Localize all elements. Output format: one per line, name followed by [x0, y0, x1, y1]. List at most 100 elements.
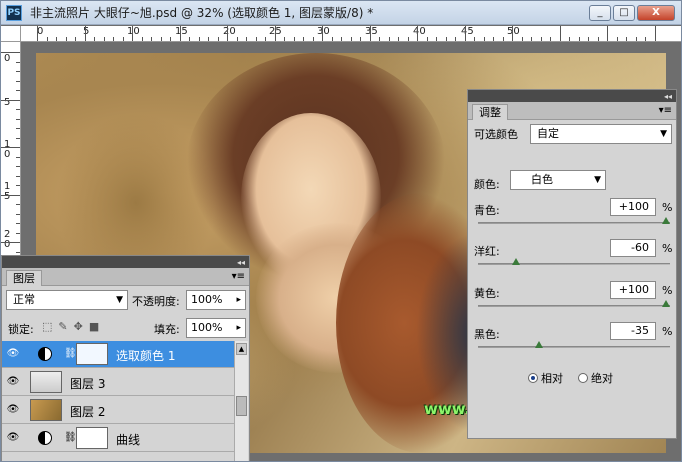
window-title: 非主流照片 大眼仔~旭.psd @ 32% (选取颜色 1, 图层蒙版/8) *: [30, 6, 374, 20]
link-icon: ⛓: [64, 432, 77, 443]
panel-menu-icon[interactable]: ▾≡: [232, 271, 245, 282]
ruler-tick: [388, 37, 390, 41]
magenta-slider-thumb[interactable]: [511, 258, 520, 265]
layer-row[interactable]: 👁 ⛓ 选取颜色 1: [2, 341, 235, 368]
cyan-slider[interactable]: [478, 217, 670, 224]
scroll-up-icon[interactable]: ▲: [236, 343, 247, 355]
ruler-tick: [16, 71, 20, 72]
ruler-tick: [16, 251, 20, 253]
black-slider-thumb[interactable]: [535, 341, 544, 348]
colors-value: 白色: [531, 173, 553, 186]
ruler-tick: [1, 52, 20, 53]
ruler-tick: [217, 37, 219, 41]
horizontal-ruler[interactable]: 0 5 10 15 20 25 30 35 40 45 50: [21, 26, 681, 42]
ruler-tick: [132, 26, 133, 41]
ruler-tick: [16, 80, 20, 82]
fill-input[interactable]: 100% ▸: [186, 318, 246, 338]
layer-row[interactable]: 👁 ⛓ 曲线: [2, 425, 235, 452]
layers-scrollbar[interactable]: ▲: [234, 341, 248, 461]
colors-label: 颜色:: [474, 178, 500, 191]
adjustments-collapse-bar[interactable]: ◂◂: [468, 90, 676, 102]
ruler-tick: [16, 213, 20, 215]
chevron-right-icon: ▸: [236, 295, 241, 305]
layer-mask-thumbnail[interactable]: [76, 427, 108, 449]
eye-icon[interactable]: 👁: [5, 374, 21, 390]
ruler-tick: [341, 37, 342, 41]
ruler-tick: [16, 166, 20, 167]
minimize-button[interactable]: _: [589, 5, 611, 21]
ruler-tick: [170, 37, 171, 41]
ruler-tick: [417, 26, 418, 41]
cyan-pct: %: [662, 201, 673, 214]
layer-thumbnail: [30, 399, 62, 421]
ruler-tick: [436, 37, 437, 41]
lock-transparency-icon[interactable]: ⬚: [42, 320, 58, 333]
layer-mask-thumbnail[interactable]: [76, 343, 108, 365]
restore-button[interactable]: □: [613, 5, 635, 21]
ruler-tick: [236, 37, 238, 41]
tab-layers[interactable]: 图层: [6, 270, 42, 286]
ruler-v-label: 15: [4, 181, 11, 202]
colors-select[interactable]: 白色 ▼: [510, 170, 606, 190]
ruler-tick: [521, 37, 523, 41]
chevron-down-icon: ▼: [594, 175, 601, 185]
ruler-tick: [645, 37, 646, 41]
opacity-input[interactable]: 100% ▸: [186, 290, 246, 310]
ruler-tick: [16, 61, 20, 63]
panel-menu-icon[interactable]: ▾≡: [659, 105, 672, 116]
layer-row[interactable]: 👁 图层 2: [2, 397, 235, 424]
lock-icon[interactable]: ■: [89, 320, 105, 333]
absolute-label: 绝对: [591, 372, 613, 385]
close-button[interactable]: X: [637, 5, 675, 21]
black-value-input[interactable]: -35: [610, 322, 656, 340]
ruler-tick: [540, 37, 542, 41]
relative-radio[interactable]: 相对: [528, 370, 563, 386]
layers-collapse-bar[interactable]: ◂◂: [2, 256, 249, 268]
eye-icon[interactable]: 👁: [5, 430, 21, 446]
eye-icon[interactable]: 👁: [5, 346, 21, 362]
collapse-icon[interactable]: ◂◂: [237, 258, 245, 267]
layer-name[interactable]: 图层 3: [70, 375, 105, 392]
ruler-tick: [360, 37, 361, 41]
yellow-slider[interactable]: [478, 300, 670, 307]
absolute-radio[interactable]: 绝对: [578, 370, 613, 386]
title-bar: PS 非主流照片 大眼仔~旭.psd @ 32% (选取颜色 1, 图层蒙版/8…: [1, 1, 681, 25]
lock-label: 锁定:: [8, 323, 34, 336]
magenta-label: 洋红:: [474, 245, 500, 258]
layer-name[interactable]: 选取颜色 1: [116, 347, 175, 364]
ruler-tick: [37, 26, 38, 41]
tab-adjustments[interactable]: 调整: [472, 104, 508, 120]
yellow-slider-thumb[interactable]: [662, 300, 670, 307]
ruler-tick: [407, 37, 409, 41]
adjustment-layer-icon: [38, 347, 52, 361]
layer-row[interactable]: 👁 图层 3: [2, 369, 235, 396]
ruler-tick: [16, 118, 20, 120]
ruler-tick: [369, 26, 371, 41]
ruler-tick: [84, 26, 86, 41]
blend-mode-select[interactable]: 正常 ▼: [6, 290, 128, 310]
ruler-tick: [455, 37, 456, 41]
cyan-label: 青色:: [474, 204, 500, 217]
black-slider[interactable]: [478, 341, 670, 348]
ruler-tick: [350, 37, 352, 41]
layer-name[interactable]: 图层 2: [70, 403, 105, 420]
ruler-tick: [578, 37, 580, 41]
ruler-tick: [208, 37, 209, 41]
yellow-value-input[interactable]: +100: [610, 281, 656, 299]
eye-icon[interactable]: 👁: [5, 402, 21, 418]
preset-select[interactable]: 自定 ▼: [530, 124, 672, 144]
ruler-tick: [531, 37, 532, 41]
collapse-icon[interactable]: ◂◂: [664, 92, 672, 101]
cyan-slider-thumb[interactable]: [662, 217, 670, 224]
layer-name[interactable]: 曲线: [116, 431, 140, 448]
magenta-value-input[interactable]: -60: [610, 239, 656, 257]
cyan-value-input[interactable]: +100: [610, 198, 656, 216]
ruler-h-label: 40: [413, 26, 426, 37]
scrollbar-thumb[interactable]: [236, 396, 247, 416]
magenta-slider[interactable]: [478, 258, 670, 265]
lock-brush-icon[interactable]: ✎: [58, 320, 73, 333]
lock-move-icon[interactable]: ✥: [74, 320, 89, 333]
ruler-origin[interactable]: [1, 26, 21, 42]
ruler-tick: [559, 26, 561, 41]
ruler-tick: [379, 37, 380, 41]
